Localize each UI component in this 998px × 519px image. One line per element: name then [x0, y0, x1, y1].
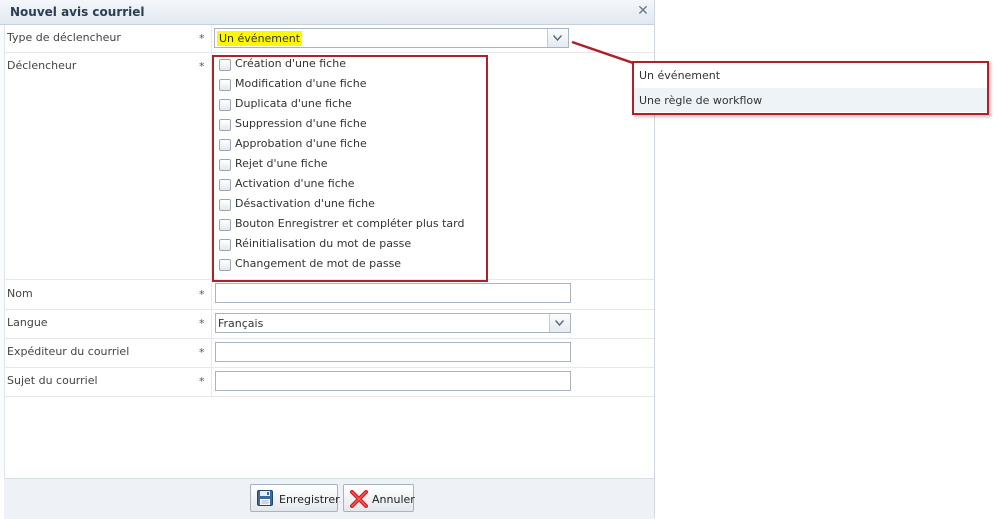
- required-marker: *: [199, 317, 205, 330]
- language-label: Langue: [7, 316, 48, 329]
- name-label: Nom: [7, 287, 33, 300]
- cancel-button[interactable]: Annuler: [343, 484, 415, 512]
- row-trigger-type: Type de déclencheur * Un événement: [4, 25, 654, 53]
- highlighted-value: Un événement: [217, 31, 303, 46]
- dropdown-option-label: Un événement: [639, 69, 721, 82]
- row-name: Nom *: [4, 280, 654, 310]
- field-column: [211, 280, 212, 309]
- field-column: [211, 338, 212, 367]
- save-label: Enregistrer: [279, 493, 340, 506]
- required-marker: *: [199, 346, 205, 359]
- sender-label: Expéditeur du courriel: [7, 345, 130, 358]
- email-notification-dialog: Nouvel avis courriel ✕ Type de déclenche…: [0, 0, 655, 519]
- dropdown-option[interactable]: Un événement: [634, 63, 987, 87]
- required-marker: *: [199, 288, 205, 301]
- save-button[interactable]: Enregistrer: [250, 484, 340, 512]
- row-subject: Sujet du courriel *: [4, 367, 654, 397]
- annotation-connector: [571, 40, 637, 66]
- floppy-disk-icon: [257, 490, 273, 509]
- trigger-type-value: Un événement: [217, 31, 303, 46]
- field-column: [211, 367, 212, 396]
- chevron-down-icon[interactable]: [547, 29, 568, 47]
- required-marker: *: [199, 375, 205, 388]
- dialog-footer: Enregistrer Annuler: [4, 478, 654, 519]
- required-marker: *: [199, 32, 205, 45]
- field-column: [211, 309, 212, 338]
- language-value: Français: [218, 317, 264, 330]
- dropdown-option-label: Une règle de workflow: [639, 94, 763, 107]
- dialog-titlebar[interactable]: Nouvel avis courriel ✕: [0, 0, 654, 25]
- subject-label: Sujet du courriel: [7, 374, 98, 387]
- trigger-type-dropdown: Un événement Une règle de workflow: [632, 61, 989, 115]
- annotation-box: [212, 55, 488, 282]
- cancel-x-icon: [350, 490, 368, 511]
- required-marker: *: [199, 60, 205, 73]
- row-sender: Expéditeur du courriel *: [4, 338, 654, 368]
- cancel-label: Annuler: [372, 493, 415, 506]
- chevron-down-icon[interactable]: [549, 314, 570, 332]
- sender-email-field[interactable]: [215, 342, 571, 362]
- close-icon[interactable]: ✕: [636, 4, 650, 18]
- row-language: Langue * Français: [4, 309, 654, 339]
- name-field[interactable]: [215, 283, 571, 303]
- trigger-type-combo[interactable]: Un événement: [214, 28, 569, 48]
- trigger-label: Déclencheur: [7, 59, 77, 72]
- dialog-title: Nouvel avis courriel: [10, 5, 145, 19]
- language-combo[interactable]: Français: [215, 313, 571, 333]
- dropdown-option[interactable]: Une règle de workflow: [634, 88, 987, 112]
- subject-field[interactable]: [215, 371, 571, 391]
- trigger-type-label: Type de déclencheur: [7, 31, 121, 44]
- field-column: [211, 25, 212, 52]
